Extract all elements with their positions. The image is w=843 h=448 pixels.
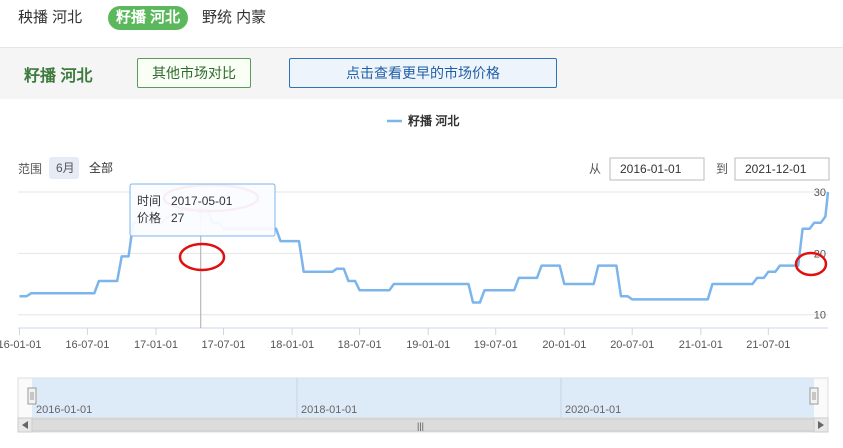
- price-chart: 籽播 河北 范围 6月 全部 从 2016-01-01 到 2021-12-01…: [0, 113, 830, 433]
- x-axis-ticks: [18, 328, 769, 335]
- market-tabs: 秧播 河北 籽播 河北 野统 内蒙: [0, 0, 843, 38]
- navigator: 2016-01-01 2018-01-01 2020-01-01: [17, 377, 829, 419]
- scrollbar-grip: |||: [417, 421, 424, 431]
- compare-markets-button[interactable]: 其他市场对比: [137, 58, 251, 88]
- x-tick-label: 21-07-01: [746, 339, 790, 351]
- y-tick-label: 10: [814, 310, 826, 322]
- x-tick-label: 21-01-01: [679, 339, 723, 351]
- x-tick-label: 17-01-01: [134, 339, 178, 351]
- x-tick-label: 17-07-01: [201, 339, 245, 351]
- from-date-input[interactable]: 2016-01-01: [620, 162, 682, 176]
- tooltip-box: [129, 183, 276, 237]
- x-axis-labels: 16-01-01 16-07-01 17-01-01 17-07-01 18-01-01…: [0, 339, 790, 351]
- tooltip-time-label: 时间: [137, 194, 161, 208]
- x-tick-label: 20-01-01: [542, 339, 586, 351]
- to-date-input[interactable]: 2021-12-01: [745, 162, 807, 176]
- scrollbar: |||: [17, 417, 829, 433]
- range-6m-button[interactable]: 6月: [56, 161, 75, 175]
- to-label: 到: [716, 162, 728, 176]
- navigator-left-handle[interactable]: [27, 387, 37, 405]
- y-tick-label: 30: [814, 187, 826, 199]
- navigator-right-handle[interactable]: [809, 387, 819, 405]
- tab-wild-neimeng[interactable]: 野统 内蒙: [202, 6, 266, 30]
- earlier-prices-button[interactable]: 点击查看更早的市场价格: [289, 58, 557, 88]
- navigator-label: 2018-01-01: [301, 404, 357, 416]
- market-title: 籽播 河北: [24, 68, 93, 85]
- annotation-circle-peak: [178, 242, 226, 272]
- tab-seedling-hebei[interactable]: 秧播 河北: [18, 6, 82, 30]
- tooltip-price-value: 27: [171, 211, 185, 225]
- x-tick-label: 16-07-01: [65, 339, 109, 351]
- legend[interactable]: 籽播 河北: [387, 113, 459, 128]
- annotation-circle-latest: [794, 251, 828, 277]
- x-tick-label: 18-07-01: [338, 339, 382, 351]
- x-tick-label: 18-01-01: [270, 339, 314, 351]
- tab-seed-hebei[interactable]: 籽播 河北: [108, 6, 189, 30]
- range-label: 范围: [18, 162, 42, 176]
- x-tick-label: 20-07-01: [610, 339, 654, 351]
- x-tick-label: 19-07-01: [474, 339, 518, 351]
- range-all-button[interactable]: 全部: [89, 160, 113, 175]
- navigator-label: 2020-01-01: [565, 404, 621, 416]
- x-tick-label: 19-01-01: [406, 339, 450, 351]
- x-tick-label: 16-01-01: [0, 339, 42, 351]
- from-label: 从: [589, 162, 601, 176]
- tooltip-time-value: 2017-05-01: [171, 194, 233, 208]
- navigator-label: 2016-01-01: [36, 404, 92, 416]
- tooltip-price-label: 价格: [137, 210, 161, 225]
- tooltip: 时间 2017-05-01 价格 27: [129, 183, 276, 237]
- navigator-selected-range[interactable]: [32, 378, 814, 418]
- legend-label: 籽播 河北: [408, 113, 459, 128]
- market-header: 籽播 河北 其他市场对比 点击查看更早的市场价格: [0, 47, 843, 99]
